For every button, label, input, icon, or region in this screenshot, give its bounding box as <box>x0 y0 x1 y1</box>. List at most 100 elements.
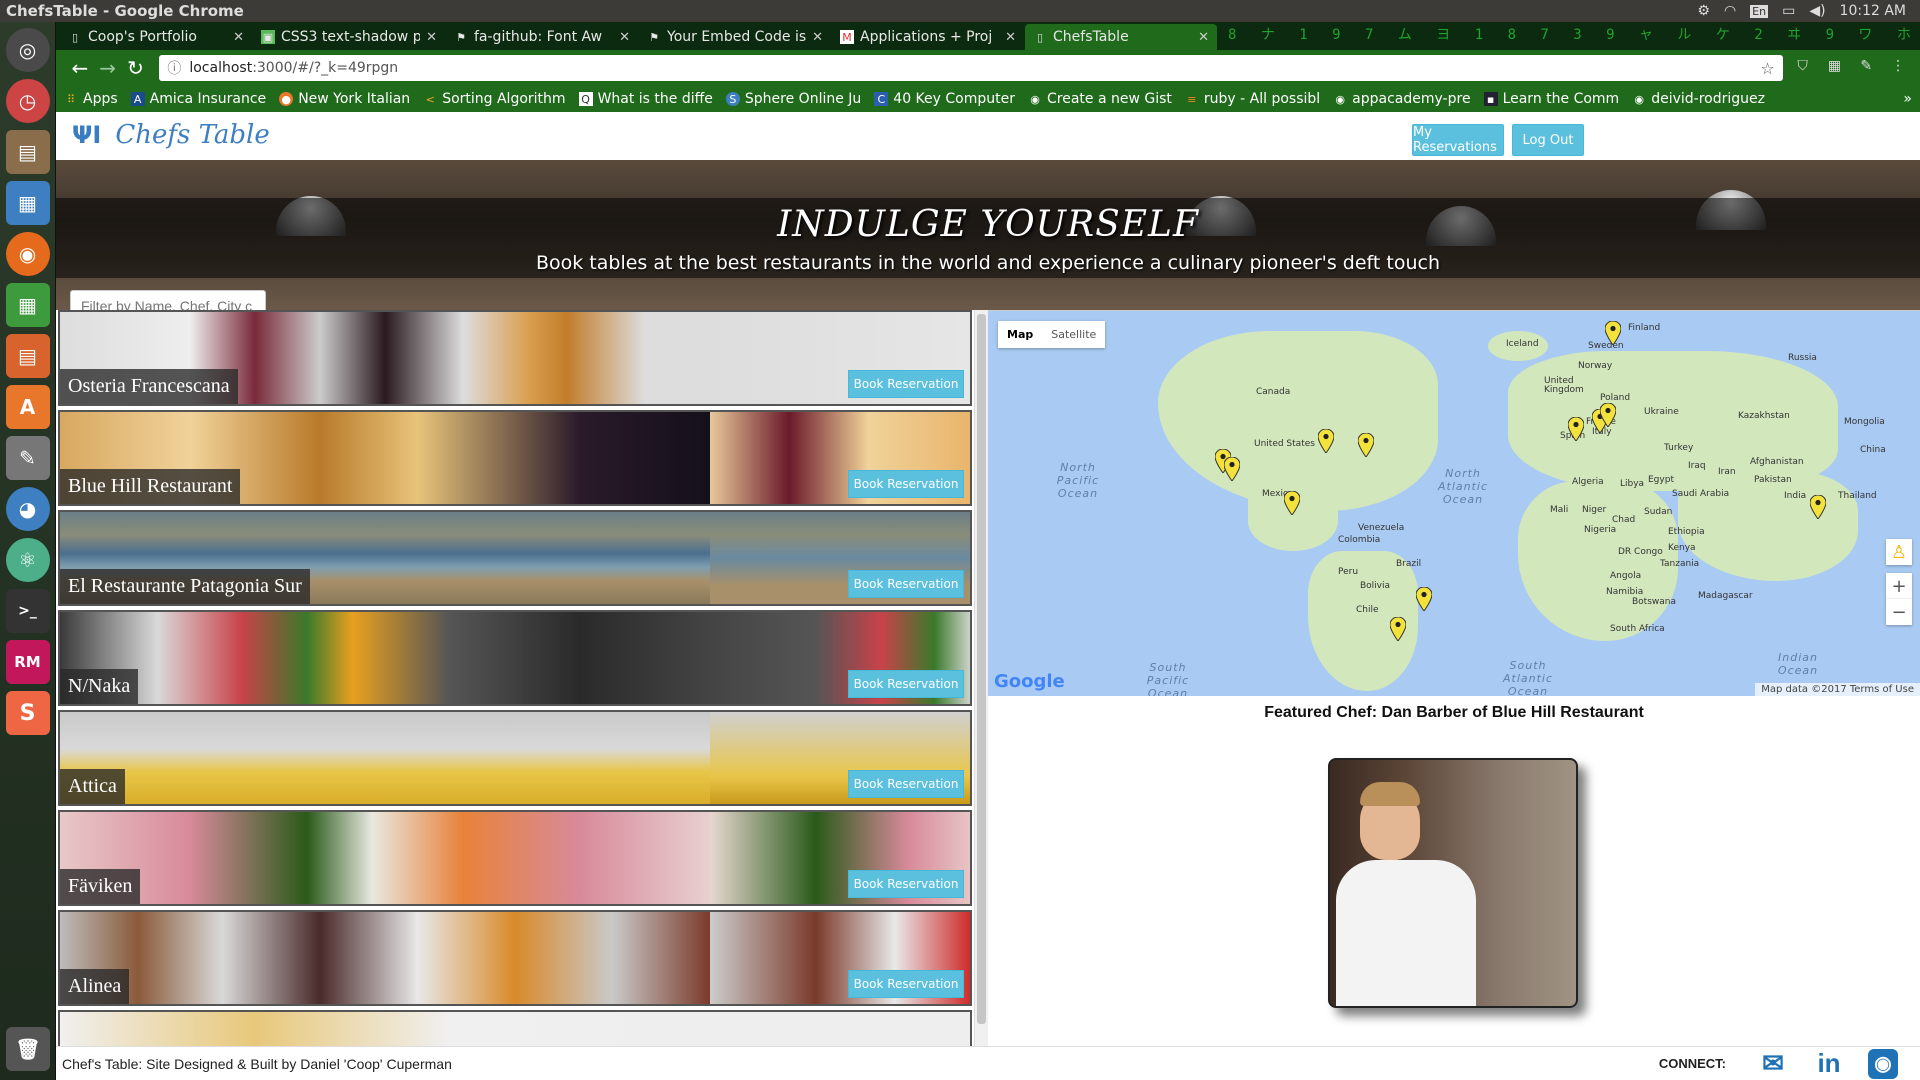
github-icon[interactable]: ◉ <box>1868 1048 1898 1079</box>
tab-css3-text-shadow[interactable]: ▣ CSS3 text-shadow p ✕ <box>253 24 445 50</box>
book-reservation-button[interactable]: Book Reservation <box>848 470 964 498</box>
reload-icon[interactable]: ↻ <box>122 56 150 80</box>
keyboard-language[interactable]: En <box>1750 4 1769 18</box>
zoom-in-button[interactable]: + <box>1886 573 1912 599</box>
restaurant-card-attica[interactable]: Attica Book Reservation <box>58 710 972 806</box>
brand-logo[interactable]: ΨⅠ Chefs Table <box>72 120 270 150</box>
log-out-button[interactable]: Log Out <box>1512 124 1584 156</box>
close-icon[interactable]: ✕ <box>233 30 244 45</box>
address-bar[interactable]: ⓘ localhost :3000/#/?_k=49rpgn ☆ <box>159 55 1783 81</box>
map-type-satellite-button[interactable]: Satellite <box>1042 321 1105 348</box>
book-reservation-button[interactable]: Book Reservation <box>848 770 964 798</box>
bookmark-learn-comm[interactable]: ▪ Learn the Comm <box>1483 91 1619 107</box>
more-bookmarks-icon[interactable]: » <box>1903 91 1912 107</box>
system-settings-icon[interactable]: ✎ <box>5 436 50 480</box>
close-icon[interactable]: ✕ <box>1005 30 1016 45</box>
book-reservation-button[interactable]: Book Reservation <box>848 970 964 998</box>
settings-icon[interactable]: ⚙ <box>1697 3 1710 19</box>
book-reservation-button[interactable]: Book Reservation <box>848 870 964 898</box>
tab-applications[interactable]: M Applications + Proj ✕ <box>832 24 1024 50</box>
clock-app-icon[interactable]: ◷ <box>5 79 50 123</box>
email-icon[interactable]: ✉ <box>1756 1048 1790 1079</box>
restaurant-card-partial[interactable] <box>58 1010 972 1046</box>
firefox-icon[interactable]: ◉ <box>5 232 50 276</box>
back-icon[interactable]: ← <box>66 56 94 80</box>
tab-chefstable[interactable]: ▯ ChefsTable ✕ <box>1025 24 1217 50</box>
restaurant-card-osteria-francescana[interactable]: Osteria Francescana Book Reservation <box>58 310 972 406</box>
extension-shield-icon[interactable]: ⛉ <box>1791 58 1815 78</box>
chrome-icon[interactable]: ◕ <box>5 487 50 531</box>
map-marker-icon[interactable] <box>1358 433 1374 457</box>
filter-input[interactable] <box>70 290 266 310</box>
extension-grid-icon[interactable]: ▦ <box>1823 58 1847 78</box>
bookmark-what-is-diff[interactable]: Q What is the diffe <box>578 91 713 107</box>
map-label: South Africa <box>1610 624 1665 634</box>
map-marker-icon[interactable] <box>1318 429 1334 453</box>
map-label: Finland <box>1628 323 1661 333</box>
volume-icon[interactable]: ◀) <box>1809 3 1825 19</box>
close-icon[interactable]: ✕ <box>619 30 630 45</box>
close-icon[interactable]: ✕ <box>1198 30 1209 45</box>
trash-icon[interactable]: 🗑 <box>6 1027 50 1071</box>
map-type-map-button[interactable]: Map <box>998 321 1042 348</box>
bookmark-sphere-online[interactable]: S Sphere Online Ju <box>725 91 861 107</box>
street-view-pegman-icon[interactable]: ♙ <box>1886 539 1912 565</box>
bookmark-appacademy[interactable]: ◉ appacademy-pre <box>1333 91 1470 107</box>
bookmark-new-york-italian[interactable]: ● New York Italian <box>279 91 410 107</box>
bookmark-apps[interactable]: ⠿ Apps <box>64 91 118 107</box>
forward-icon[interactable]: → <box>94 56 122 80</box>
scrollbar-thumb[interactable] <box>977 314 986 1024</box>
map-marker-icon[interactable] <box>1605 321 1621 345</box>
slides-icon[interactable]: S <box>5 691 50 735</box>
extension-pen-icon[interactable]: ✎ <box>1854 58 1878 78</box>
battery-icon[interactable]: ▭ <box>1782 3 1795 19</box>
files-icon[interactable]: ▤ <box>5 130 50 174</box>
book-reservation-button[interactable]: Book Reservation <box>848 670 964 698</box>
software-center-icon[interactable]: A <box>5 385 50 429</box>
restaurant-card-patagonia-sur[interactable]: El Restaurante Patagonia Sur Book Reserv… <box>58 510 972 606</box>
map-attribution[interactable]: Map data ©2017 Terms of Use <box>1755 683 1920 696</box>
clock[interactable]: 10:12 AM <box>1840 3 1906 19</box>
bookmark-sorting[interactable]: < Sorting Algorithm <box>423 91 566 107</box>
map-marker-icon[interactable] <box>1390 617 1406 641</box>
bookmark-40-key[interactable]: C 40 Key Computer <box>874 91 1015 107</box>
map-marker-icon[interactable] <box>1568 417 1584 441</box>
info-icon[interactable]: ⓘ <box>167 58 181 78</box>
book-reservation-button[interactable]: Book Reservation <box>848 570 964 598</box>
tab-coops-portfolio[interactable]: ▯ Coop's Portfolio ✕ <box>60 24 252 50</box>
close-icon[interactable]: ✕ <box>812 30 823 45</box>
document-viewer-icon[interactable]: ▦ <box>5 181 50 225</box>
restaurant-card-blue-hill[interactable]: Blue Hill Restaurant Book Reservation <box>58 410 972 506</box>
dash-icon[interactable]: ◎ <box>5 28 50 72</box>
bookmark-amica[interactable]: A Amica Insurance <box>130 91 266 107</box>
zoom-out-button[interactable]: − <box>1886 599 1912 625</box>
menu-icon[interactable]: ⋮ <box>1886 58 1910 78</box>
atom-icon[interactable]: ⚛ <box>5 538 50 582</box>
bookmark-create-gist[interactable]: ◉ Create a new Gist <box>1028 91 1172 107</box>
restaurant-card-faviken[interactable]: Fäviken Book Reservation <box>58 810 972 906</box>
presentation-icon[interactable]: ▤ <box>5 334 50 378</box>
bookmark-deivid[interactable]: ◉ deivid-rodriguez <box>1632 91 1765 107</box>
map-marker-icon[interactable] <box>1284 491 1300 515</box>
my-reservations-button[interactable]: My Reservations <box>1412 124 1504 156</box>
linkedin-icon[interactable]: in <box>1812 1048 1846 1079</box>
bookmark-star-icon[interactable]: ☆ <box>1760 59 1774 78</box>
terminal-icon[interactable]: >_ <box>5 589 50 633</box>
bookmark-ruby[interactable]: ≡ ruby - All possibl <box>1185 91 1320 107</box>
close-icon[interactable]: ✕ <box>426 30 437 45</box>
map-marker-icon[interactable] <box>1600 403 1616 427</box>
spreadsheet-icon[interactable]: ▦ <box>5 283 50 327</box>
map-marker-icon[interactable] <box>1810 495 1826 519</box>
dish-photo <box>60 612 710 704</box>
restaurant-card-n-naka[interactable]: N/Naka Book Reservation <box>58 610 972 706</box>
restaurant-card-alinea[interactable]: Alinea Book Reservation <box>58 910 972 1006</box>
map-marker-icon[interactable] <box>1224 457 1240 481</box>
rubymine-icon[interactable]: RM <box>5 640 50 684</box>
restaurant-map[interactable]: Map Satellite Iceland Finland Sweden Nor… <box>988 310 1920 696</box>
wifi-icon[interactable]: ◠ <box>1724 3 1736 19</box>
map-marker-icon[interactable] <box>1416 587 1432 611</box>
list-scrollbar[interactable] <box>974 310 988 1046</box>
book-reservation-button[interactable]: Book Reservation <box>848 370 964 398</box>
tab-embed-code[interactable]: ⚑ Your Embed Code is ✕ <box>639 24 831 50</box>
tab-fa-github[interactable]: ⚑ fa-github: Font Aw ✕ <box>446 24 638 50</box>
